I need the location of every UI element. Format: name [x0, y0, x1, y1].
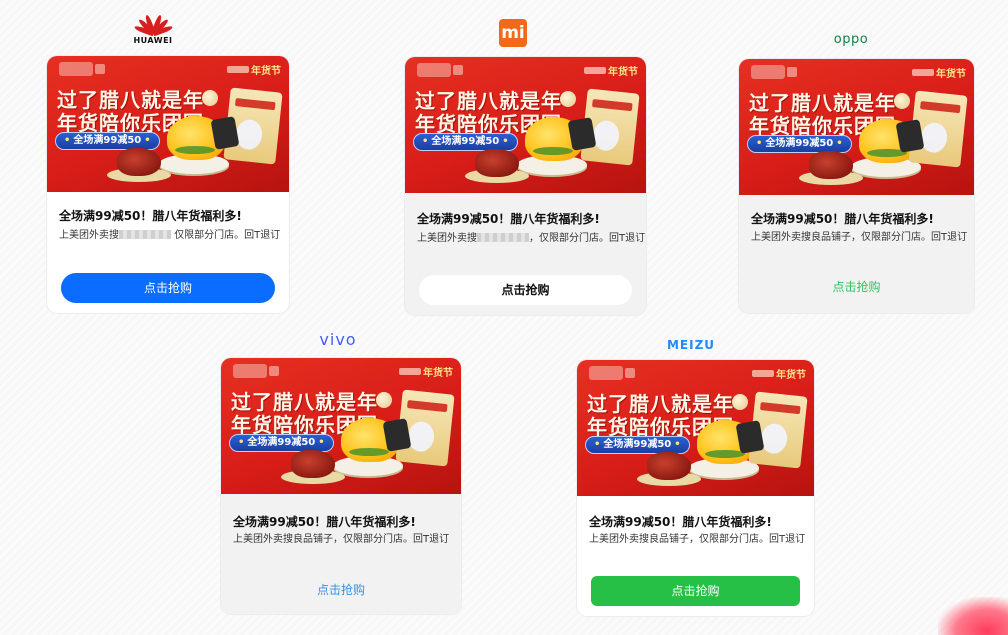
- banner-corner-label: 年货节: [584, 63, 638, 78]
- card-title: 全场满99减50！腊八年货福利多!: [233, 515, 416, 529]
- huawei-brand-logo: HUAWEI: [131, 10, 175, 48]
- card-title: 全场满99减50！腊八年货福利多!: [417, 212, 600, 226]
- card-description: 上美团外卖搜良品铺子，仅限部分门店。回T退订: [589, 534, 806, 545]
- discount-pill: 全场满99减50: [229, 434, 334, 452]
- promo-banner[interactable]: 年货节 过了腊八就是年 年货陪你乐团圆 全场满99减50: [221, 358, 461, 494]
- xiaomi-brand-logo: mi: [498, 19, 528, 47]
- vivo-brand-logo: vivo: [313, 329, 363, 349]
- card-description: 上美团外卖搜 ，仅限部分门店。回T退订: [417, 233, 646, 244]
- grab-deal-button[interactable]: 点击抢购: [235, 575, 447, 605]
- banner-corner-label: 年货节: [399, 364, 453, 379]
- discount-pill: 全场满99减50: [585, 436, 690, 454]
- banner-corner-label: 年货节: [912, 65, 966, 80]
- grab-deal-button[interactable]: 点击抢购: [61, 273, 275, 303]
- card-description: 上美团外卖搜 仅限部分门店。回T退订: [59, 230, 281, 241]
- meizu-brand-logo: MEIZU: [664, 337, 718, 353]
- jerky-image: [475, 149, 519, 177]
- grab-deal-button[interactable]: 点击抢购: [753, 272, 960, 302]
- redacted-text: [477, 233, 529, 242]
- huawei-wordmark: HUAWEI: [133, 35, 173, 45]
- promo-banner[interactable]: 年货节 过了腊八就是年 年货陪你乐团圆 全场满99减50: [405, 57, 646, 193]
- card-description: 上美团外卖搜良品铺子，仅限部分门店。回T退订: [233, 534, 450, 545]
- notification-card-xiaomi[interactable]: 年货节 过了腊八就是年 年货陪你乐团圆 全场满99减50 全场满99减50！腊八…: [405, 57, 646, 315]
- banner-corner-label: 年货节: [227, 62, 281, 77]
- huawei-petal-icon: [133, 13, 174, 36]
- jerky-image: [809, 151, 853, 179]
- card-title: 全场满99减50！腊八年货福利多!: [589, 515, 772, 529]
- card-title: 全场满99减50！腊八年货福利多!: [751, 212, 934, 226]
- oppo-brand-logo: oppo: [826, 30, 876, 48]
- notification-card-meizu[interactable]: 年货节 过了腊八就是年 年货陪你乐团圆 全场满99减50 全场满99减50！腊八…: [577, 360, 814, 616]
- notification-card-huawei[interactable]: 年货节 过了腊八就是年 年货陪你乐团圆 全场满99减50 全场满99减50！腊八…: [47, 56, 289, 313]
- jerky-image: [647, 452, 691, 480]
- discount-pill: 全场满99减50: [747, 135, 852, 153]
- grab-deal-button[interactable]: 点击抢购: [419, 275, 632, 305]
- jerky-image: [291, 450, 335, 478]
- meizu-wordmark: MEIZU: [666, 338, 716, 352]
- promo-banner[interactable]: 年货节 过了腊八就是年 年货陪你乐团圆 全场满99减50: [47, 56, 289, 192]
- discount-pill: 全场满99减50: [413, 133, 518, 151]
- redacted-text: [119, 230, 171, 239]
- discount-pill: 全场满99减50: [55, 132, 160, 150]
- notification-card-oppo[interactable]: 年货节 过了腊八就是年 年货陪你乐团圆 全场满99减50 全场满99减50！腊八…: [739, 59, 974, 313]
- oppo-wordmark: oppo: [833, 31, 869, 47]
- xiaomi-mi-icon: mi: [499, 19, 527, 47]
- corner-decoration: [938, 597, 1008, 635]
- grab-deal-button[interactable]: 点击抢购: [591, 576, 800, 606]
- card-title: 全场满99减50！腊八年货福利多!: [59, 209, 242, 223]
- notification-card-vivo[interactable]: 年货节 过了腊八就是年 年货陪你乐团圆 全场满99减50 全场满99减50！腊八…: [221, 358, 461, 614]
- banner-corner-label: 年货节: [752, 366, 806, 381]
- card-description: 上美团外卖搜良品铺子，仅限部分门店。回T退订: [751, 232, 968, 243]
- jerky-image: [117, 148, 161, 176]
- vivo-wordmark: vivo: [319, 329, 357, 349]
- promo-banner[interactable]: 年货节 过了腊八就是年 年货陪你乐团圆 全场满99减50: [739, 59, 974, 195]
- promo-banner[interactable]: 年货节 过了腊八就是年 年货陪你乐团圆 全场满99减50: [577, 360, 814, 496]
